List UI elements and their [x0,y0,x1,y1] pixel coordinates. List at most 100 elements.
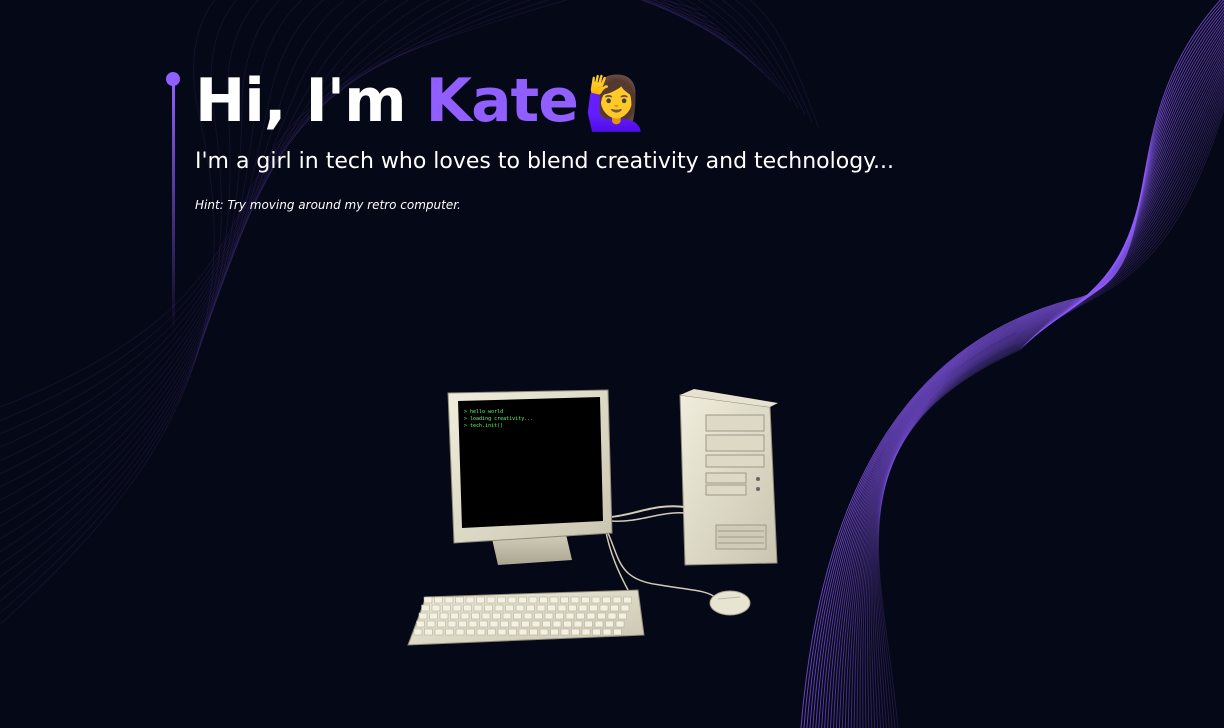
keyboard-key [602,596,611,604]
keyboard-key [518,596,527,604]
wave-line [835,34,1224,728]
keyboard-key [521,620,530,628]
keyboard-key [439,612,449,620]
keyboard-key [571,628,580,636]
keyboard-key [473,604,483,612]
wave-line [878,107,1224,728]
keyboard-key [597,612,606,620]
keyboard-key [450,612,459,620]
keyboard-key [465,596,475,604]
keyboard-key [426,620,436,628]
keyboard-key [536,604,546,612]
hero-title: Hi, I'm Kate 🙋‍♀️ [195,66,649,136]
keyboard-key [607,612,617,620]
keyboard-key [421,604,430,612]
keyboard-key [492,612,501,620]
crt-monitor: > hello world> loading creativity...> te… [447,389,613,565]
keyboard-key [423,596,433,604]
retro-computer-model[interactable]: > hello world> loading creativity...> te… [400,385,790,660]
wave-line [877,103,1224,728]
keyboard-key [505,604,514,612]
keyboard-key [466,628,475,636]
keyboard-key [568,604,577,612]
keyboard-key [487,628,496,636]
keyboard-key [518,628,528,636]
keyboard-key [444,596,454,604]
keyboard-key [539,596,548,604]
keyboard-key [442,604,451,612]
keyboard-key [557,604,567,612]
keyboard-key [416,620,425,628]
keyboard-key [531,620,541,628]
keyboard-key [468,620,478,628]
wave-line [862,64,1224,728]
keyboard-key [552,620,562,628]
accent-bar [172,82,175,332]
keyboard-key [489,620,499,628]
keyboard-key [581,628,591,636]
keyboard-key [434,596,443,604]
keyboard-key [555,612,564,620]
keyboard-key [612,596,622,604]
computer-mouse [709,590,751,616]
wave-line [824,21,1224,728]
keyboard-key [497,596,506,604]
keyboard-key [578,604,588,612]
keyboard-key [418,612,428,620]
keyboard-key [539,628,549,636]
keyboard-key [594,620,604,628]
keyboard-key [476,596,485,604]
keyboard-key [452,604,462,612]
keyboard-key [481,612,491,620]
keyboard-key [547,604,556,612]
keyboard-key [576,612,585,620]
keyboard-key [484,604,493,612]
greeting-text: Hi, I'm [195,66,426,136]
keyboard-key [526,604,535,612]
keyboard-key [507,596,517,604]
wave-line [853,54,1224,728]
keyboard-key [479,620,488,628]
keyboard-key [434,628,444,636]
keyboard-key [599,604,609,612]
keyboard-key [610,604,619,612]
terminal-line: > tech.init() [464,423,503,429]
keyboard-key [431,604,441,612]
keyboard-key [455,628,465,636]
keyboard-key [613,628,622,636]
keyboard-key [497,628,507,636]
keyboard-key [550,628,559,636]
keyboard-key [494,604,504,612]
keyboard-key [445,628,454,636]
hero-subtitle: I'm a girl in tech who loves to blend cr… [195,149,895,174]
keyboard-key [413,628,423,636]
keyboard-key [458,620,467,628]
keyboard-key [542,620,551,628]
keyboard-key [515,604,525,612]
keyboard-key [565,612,575,620]
keyboard-key [437,620,446,628]
keyboard-key [560,596,569,604]
keyboard-key [560,628,570,636]
keyboard-key [602,628,612,636]
keyboard-key [508,628,517,636]
computer-tower [679,389,778,566]
keyboard-key [486,596,496,604]
keyboard-key [563,620,572,628]
keyboard-key [570,596,580,604]
keyboard-key [424,628,433,636]
terminal-line: > hello world [464,409,503,415]
keyboard-key [513,612,522,620]
keyboard-key [581,596,590,604]
keyboard-key [620,604,630,612]
name-text: Kate [425,66,579,136]
keyboard-key [471,612,480,620]
wave-line [838,38,1224,728]
keyboard-key [584,620,593,628]
keyboard-key [534,612,543,620]
hero-hint: Hint: Try moving around my retro compute… [195,198,461,212]
keyboard-key [623,596,632,604]
keyboard-key [589,604,598,612]
keyboard-key [447,620,457,628]
hero-accent-line [166,72,180,342]
